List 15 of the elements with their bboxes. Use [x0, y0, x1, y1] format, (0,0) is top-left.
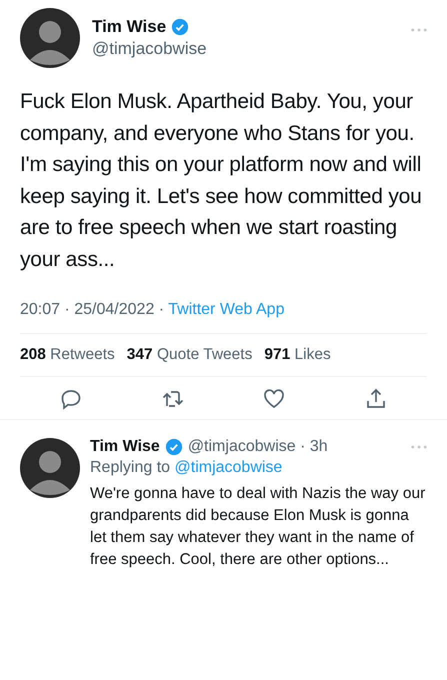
avatar[interactable] [20, 438, 80, 498]
author-name[interactable]: Tim Wise [92, 17, 166, 37]
reply-icon[interactable] [58, 387, 83, 411]
author-handle[interactable]: @timjacobwise · 3h [188, 438, 328, 456]
engagement-stat[interactable]: 208 Retweets [20, 346, 115, 364]
avatar[interactable] [20, 8, 80, 68]
reply-text: We're gonna have to deal with Nazis the way our grandparents did because Elon Musk is gonna let them say whatever they want in the name of free speech. Cool, there are other options... [90, 484, 426, 570]
engagement-stat[interactable]: 971 Likes [264, 346, 331, 364]
tweet-timestamp: 20:07 · 25/04/2022 · [20, 301, 164, 318]
tweet-text: Fuck Elon Musk. Apartheid Baby. You, your company, and everyone who Stans for you. I'm saying this on your platform now and will keep saying it. Let's see how committed you are to free speech when we start roasting your ass... [20, 89, 423, 272]
engagement-stat[interactable]: 347 Quote Tweets [126, 346, 252, 364]
author-handle[interactable]: @timjacobwise [92, 39, 399, 59]
replying-to-label: Replying to [90, 459, 170, 476]
author-name[interactable]: Tim Wise [90, 438, 160, 456]
heart-icon[interactable] [262, 387, 286, 411]
